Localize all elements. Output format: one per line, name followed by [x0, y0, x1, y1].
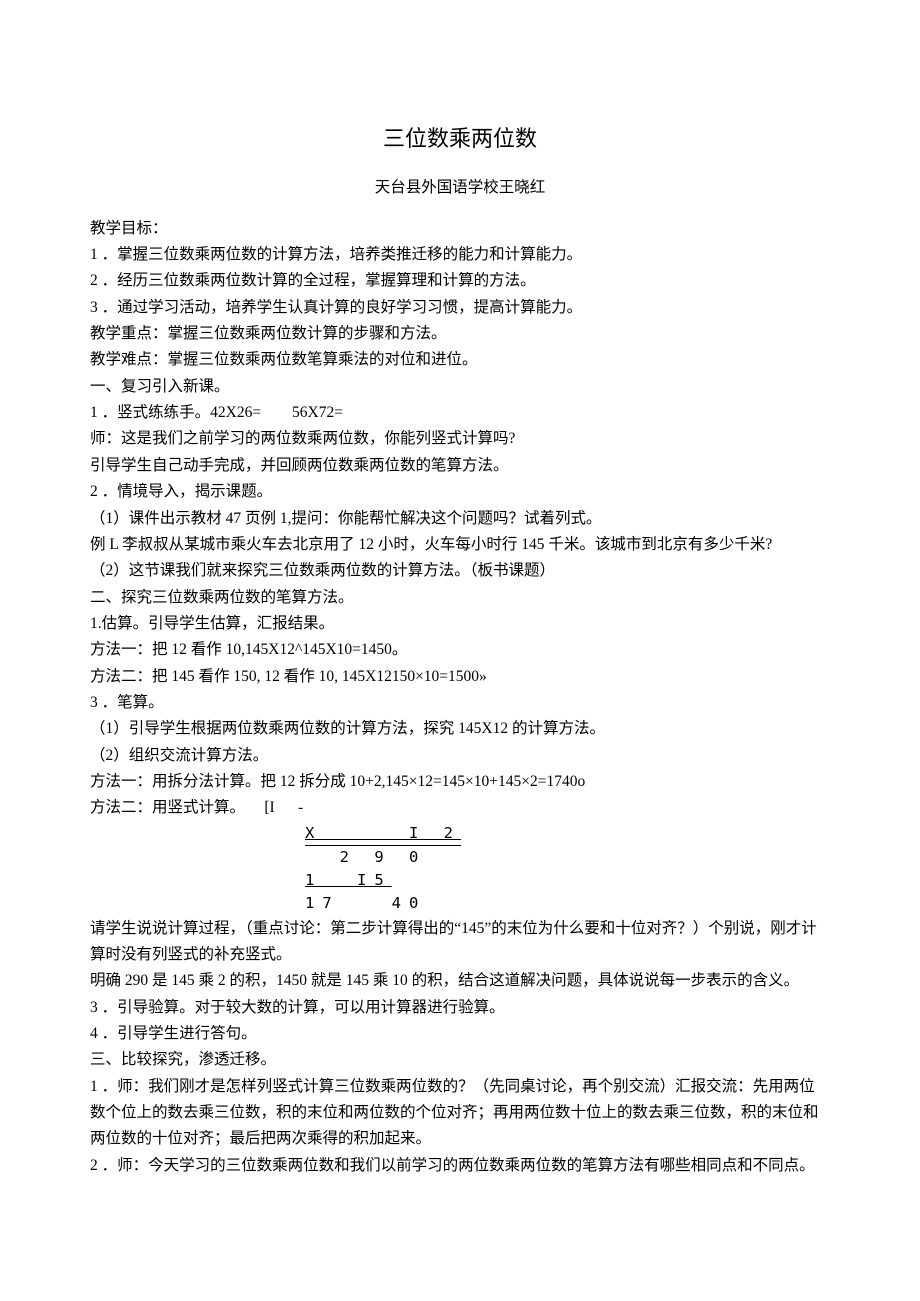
paragraph: 三、比较探究，渗透迁移。 — [90, 1047, 830, 1073]
paragraph: 一、复习引入新课。 — [90, 374, 830, 400]
paragraph: 1.估算。引导学生估算，汇报结果。 — [90, 611, 830, 637]
paragraph: 2 ．经历三位数乘两位数计算的全过程，掌握算理和计算的方法。 — [90, 268, 830, 294]
paragraph: 方法二：把 145 看作 150, 12 看作 10, 145X12150×10… — [90, 664, 830, 690]
paragraph: 4 ．引导学生进行答句。 — [90, 1021, 830, 1047]
document-title: 三位数乘两位数 — [90, 120, 830, 157]
paragraph: 教学目标： — [90, 216, 830, 242]
vertical-calculation: X I 2 2 9 0 1 I5 17 40 — [305, 822, 830, 916]
paragraph: （1）课件出示教材 47 页例 1,提问：你能帮忙解决这个问题吗？试着列式。 — [90, 506, 830, 532]
calc-multiplier-row: X I 2 — [305, 822, 461, 846]
document-page: 三位数乘两位数 天台县外国语学校王晓红 教学目标： 1 ．掌握三位数乘两位数的计… — [0, 0, 920, 1301]
paragraph: 1 ．掌握三位数乘两位数的计算方法，培养类推迁移的能力和计算能力。 — [90, 242, 830, 268]
paragraph: 教学难点：掌握三位数乘两位数笔算乘法的对位和进位。 — [90, 347, 830, 373]
document-author: 天台县外国语学校王晓红 — [90, 175, 830, 201]
paragraph: 3 ．引导验算。对于较大数的计算，可以用计算器进行验算。 — [90, 995, 830, 1021]
paragraph: 方法一：用拆分法计算。把 12 拆分成 10+2,145×12=145×10+1… — [90, 769, 830, 795]
paragraph: 2 ．师：今天学习的三位数乘两位数和我们以前学习的两位数乘两位数的笔算方法有哪些… — [90, 1153, 830, 1179]
paragraph: （2）这节课我们就来探究三位数乘两位数的计算方法。（板书课题） — [90, 558, 830, 584]
calc-result: 17 40 — [305, 892, 830, 915]
paragraph: 教学重点：掌握三位数乘两位数计算的步骤和方法。 — [90, 321, 830, 347]
paragraph: 例 L 李叔叔从某城市乘火车去北京用了 12 小时，火车每小时行 145 千米。… — [90, 532, 830, 558]
calc-partial-2: 1 I5 — [305, 869, 392, 892]
calc-partial-1: 2 9 0 — [305, 846, 830, 869]
paragraph: 1 ．师：我们刚才是怎样列竖式计算三位数乘两位数的？（先同桌讨论，再个别交流）汇… — [90, 1074, 830, 1153]
paragraph: 1 ．竖式练练手。42X26= 56X72= — [90, 400, 830, 426]
paragraph: 师：这是我们之前学习的两位数乘两位数，你能列竖式计算吗? — [90, 426, 830, 452]
paragraph: （1）引导学生根据两位数乘两位数的计算方法，探究 145X12 的计算方法。 — [90, 716, 830, 742]
paragraph: 2 ．情境导入，揭示课题。 — [90, 479, 830, 505]
paragraph: （2）组织交流计算方法。 — [90, 743, 830, 769]
paragraph: 请学生说说计算过程，（重点讨论：第二步计算得出的“145”的末位为什么要和十位对… — [90, 916, 830, 969]
paragraph: 方法二：用竖式计算。 [I - — [90, 795, 830, 821]
paragraph: 3 ．笔算。 — [90, 690, 830, 716]
paragraph: 引导学生自己动手完成，并回顾两位数乘两位数的笔算方法。 — [90, 453, 830, 479]
paragraph: 明确 290 是 145 乘 2 的积，1450 就是 145 乘 10 的积，… — [90, 968, 830, 994]
paragraph: 二、探究三位数乘两位数的笔算方法。 — [90, 585, 830, 611]
paragraph: 3 ．通过学习活动，培养学生认真计算的良好学习习惯，提高计算能力。 — [90, 295, 830, 321]
paragraph: 方法一：把 12 看作 10,145X12^145X10=1450。 — [90, 637, 830, 663]
